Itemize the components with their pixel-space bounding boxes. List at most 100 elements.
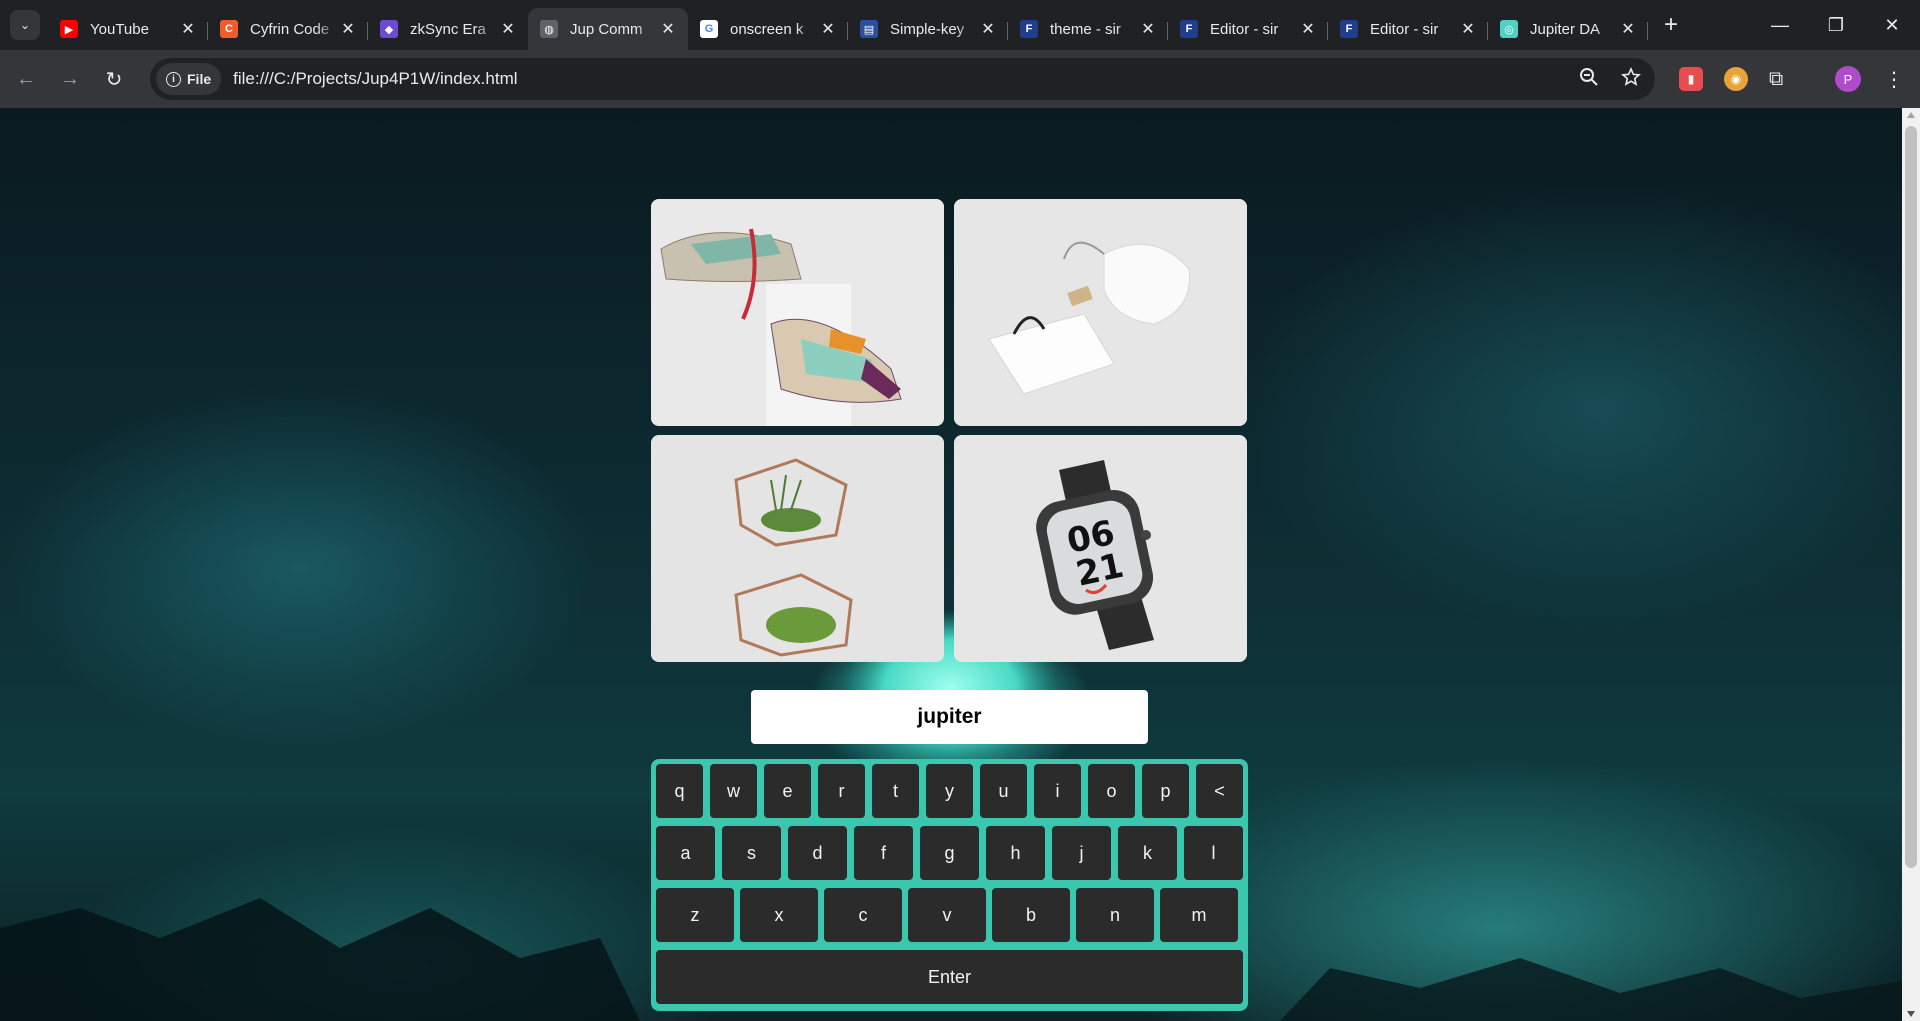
site-info-label: File: [187, 71, 212, 87]
tab-3[interactable]: ◍ Jup Comm ✕: [528, 8, 688, 50]
window-controls: — ❐ ✕: [1752, 0, 1920, 50]
key-h[interactable]: h: [986, 826, 1045, 880]
key-o[interactable]: o: [1088, 764, 1135, 818]
key-q[interactable]: q: [656, 764, 703, 818]
tab-close-icon[interactable]: ✕: [818, 19, 838, 39]
word-input[interactable]: [751, 690, 1148, 744]
tab-close-icon[interactable]: ✕: [338, 19, 358, 39]
minimize-icon: —: [1771, 14, 1789, 35]
sneakers-image[interactable]: [651, 199, 944, 426]
close-window-button[interactable]: ✕: [1864, 0, 1920, 50]
framer-icon: F: [1020, 20, 1038, 38]
reload-icon: ↻: [105, 68, 123, 91]
planters-image[interactable]: [651, 435, 944, 662]
key-j[interactable]: j: [1052, 826, 1111, 880]
minimize-button[interactable]: —: [1752, 0, 1808, 50]
tab-title: Editor - sir: [1210, 20, 1279, 38]
profile-button[interactable]: P: [1835, 50, 1861, 108]
key-x[interactable]: x: [740, 888, 818, 942]
tab-close-icon[interactable]: ✕: [978, 19, 998, 39]
new-tab-button[interactable]: +: [1656, 10, 1686, 40]
backspace-key[interactable]: <: [1196, 764, 1243, 818]
site-info-chip[interactable]: i File: [156, 63, 222, 95]
zksync-icon: ◆: [380, 20, 398, 38]
tab-close-icon[interactable]: ✕: [178, 19, 198, 39]
restore-button[interactable]: ❐: [1808, 0, 1864, 50]
key-v[interactable]: v: [908, 888, 986, 942]
avatar: P: [1835, 66, 1861, 92]
key-g[interactable]: g: [920, 826, 979, 880]
onscreen-keyboard: q w e r t y u i o p < asdfghjkl zxcvbnm Enter: [651, 759, 1248, 1011]
key-t[interactable]: t: [872, 764, 919, 818]
bags-image[interactable]: [954, 199, 1247, 426]
tab-strip: ⌄ ▶ YouTube ✕ C Cyfrin Code ✕ ◆ zkSync Era ✕ ◍ Jup…: [0, 0, 1920, 50]
browser-toolbar: ← → ↻ i File file:///C:/Projects/Jup4P1W…: [0, 50, 1920, 108]
tab-close-icon[interactable]: ✕: [658, 19, 678, 39]
tab-search-button[interactable]: ⌄: [10, 10, 40, 40]
tab-2[interactable]: ◆ zkSync Era ✕: [368, 8, 528, 50]
watch-image[interactable]: 06 21: [954, 435, 1247, 662]
tab-1[interactable]: C Cyfrin Code ✕: [208, 8, 368, 50]
key-i[interactable]: i: [1034, 764, 1081, 818]
scroll-thumb[interactable]: [1905, 126, 1917, 868]
tab-close-icon[interactable]: ✕: [1138, 19, 1158, 39]
key-s[interactable]: s: [722, 826, 781, 880]
key-r[interactable]: r: [818, 764, 865, 818]
address-bar[interactable]: i File file:///C:/Projects/Jup4P1W/index…: [150, 58, 1655, 100]
tab-close-icon[interactable]: ✕: [1458, 19, 1478, 39]
key-k[interactable]: k: [1118, 826, 1177, 880]
arrow-left-icon: ←: [16, 67, 36, 90]
extension-1[interactable]: ▮: [1679, 50, 1703, 108]
browser-menu-button[interactable]: ⋮: [1884, 50, 1904, 108]
sneakers-illustration: [651, 199, 944, 426]
key-n[interactable]: n: [1076, 888, 1154, 942]
watch-illustration: 06 21: [954, 435, 1247, 662]
key-c[interactable]: c: [824, 888, 902, 942]
key-a[interactable]: a: [656, 826, 715, 880]
key-z[interactable]: z: [656, 888, 734, 942]
url-text[interactable]: file:///C:/Projects/Jup4P1W/index.html: [233, 69, 517, 89]
key-m[interactable]: m: [1160, 888, 1238, 942]
restore-icon: ❐: [1827, 14, 1845, 35]
key-y[interactable]: y: [926, 764, 973, 818]
key-u[interactable]: u: [980, 764, 1027, 818]
extensions-menu[interactable]: ⧉: [1769, 50, 1783, 108]
tab-7[interactable]: F Editor - sir ✕: [1168, 8, 1328, 50]
cyfrin-icon: C: [220, 20, 238, 38]
key-d[interactable]: d: [788, 826, 847, 880]
keyboard-row-4: Enter: [656, 950, 1243, 1004]
bookmark-star-icon[interactable]: [1621, 66, 1641, 92]
tab-close-icon[interactable]: ✕: [1298, 19, 1318, 39]
enter-key[interactable]: Enter: [656, 950, 1243, 1004]
key-e[interactable]: e: [764, 764, 811, 818]
tab-8[interactable]: F Editor - sir ✕: [1328, 8, 1488, 50]
tab-title: onscreen k: [730, 20, 804, 38]
zoom-icon[interactable]: [1579, 67, 1599, 92]
tab-5[interactable]: ▤ Simple-key ✕: [848, 8, 1008, 50]
forward-button[interactable]: →: [52, 61, 88, 97]
key-l[interactable]: l: [1184, 826, 1243, 880]
extension-2[interactable]: ◉: [1724, 50, 1748, 108]
tab-close-icon[interactable]: ✕: [498, 19, 518, 39]
back-button[interactable]: ←: [8, 61, 44, 97]
tab-6[interactable]: Ftheme - sir ✕: [1008, 8, 1168, 50]
info-icon: i: [166, 71, 181, 87]
chevron-down-icon: ⌄: [19, 18, 31, 32]
page-scrollbar[interactable]: [1902, 108, 1920, 1021]
key-b[interactable]: b: [992, 888, 1070, 942]
scroll-down-icon[interactable]: [1907, 1011, 1915, 1017]
key-w[interactable]: w: [710, 764, 757, 818]
framer-icon: F: [1340, 20, 1358, 38]
tab-title: theme - sir: [1050, 20, 1121, 38]
tab-separator: [1647, 22, 1648, 40]
tab-title: Editor - sir: [1370, 20, 1439, 38]
scroll-up-icon[interactable]: [1907, 112, 1915, 118]
key-p[interactable]: p: [1142, 764, 1189, 818]
planters-illustration: [651, 435, 944, 662]
key-f[interactable]: f: [854, 826, 913, 880]
reload-button[interactable]: ↻: [96, 61, 132, 97]
tab-0[interactable]: ▶ YouTube ✕: [48, 8, 208, 50]
tab-9[interactable]: ◎ Jupiter DA ✕: [1488, 8, 1648, 50]
tab-close-icon[interactable]: ✕: [1618, 19, 1638, 39]
tab-4[interactable]: Gonscreen k ✕: [688, 8, 848, 50]
